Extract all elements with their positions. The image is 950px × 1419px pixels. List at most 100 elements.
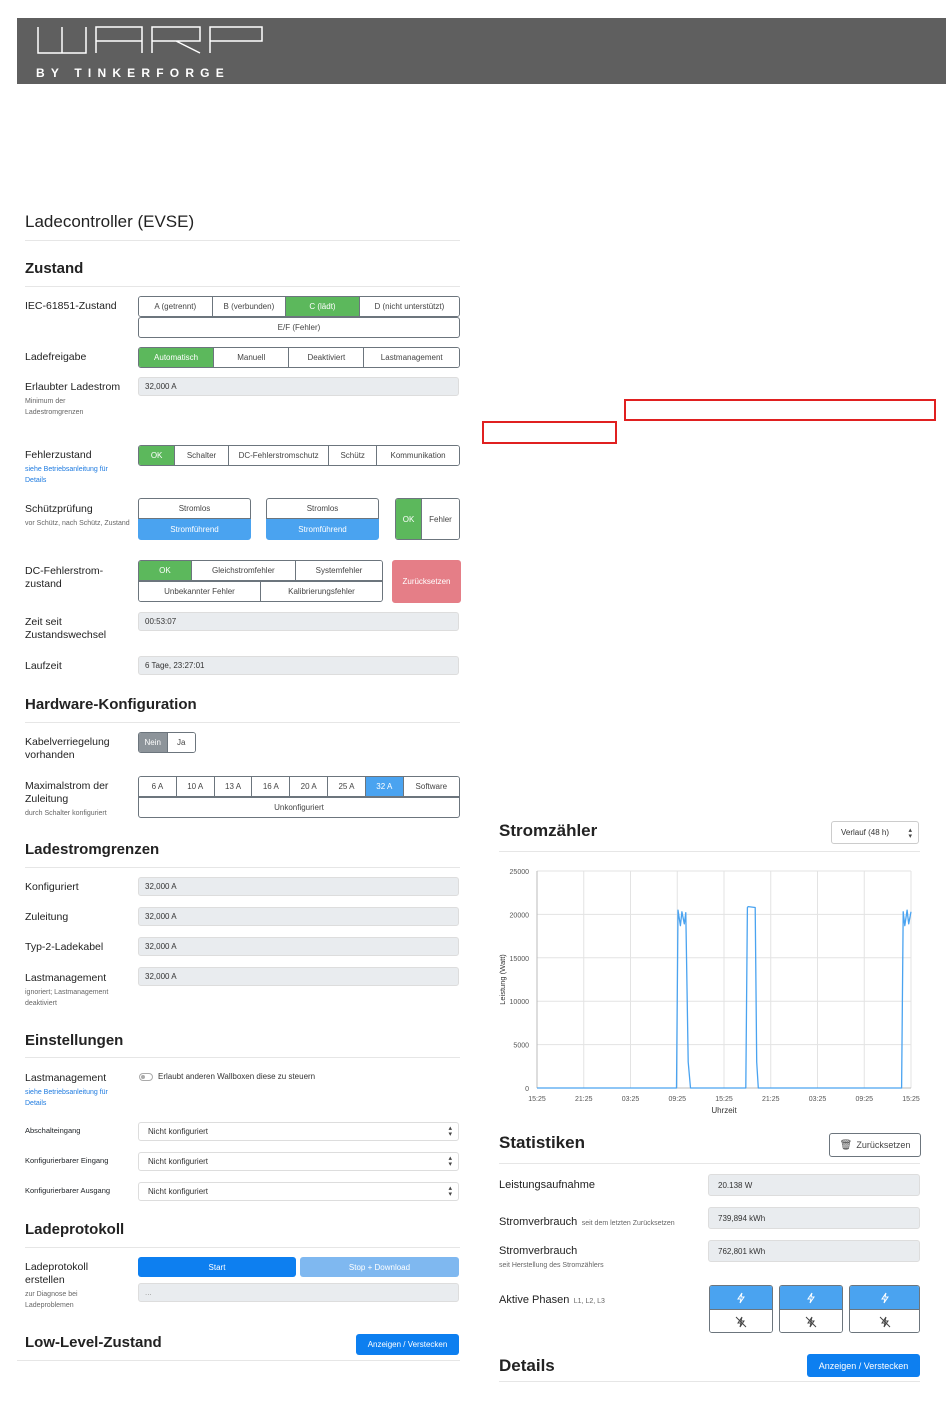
y-tick-label: 20000 (510, 912, 530, 919)
divider (25, 867, 460, 868)
typ2-value: 32,000 A (138, 937, 459, 956)
verbrauch2-sub: seit Herstellung des Stromzählers (499, 1262, 604, 1269)
warp-logo (37, 26, 263, 54)
dc-row1: OK Gleichstromfehler Systemfehler (138, 560, 383, 581)
konf-value: 32,000 A (138, 877, 459, 896)
keingang-select[interactable]: Nicht konfiguriert ▴ ▾ (138, 1152, 459, 1171)
keingang-label: Konfigurierbarer Eingang (25, 1156, 109, 1165)
divider (499, 1381, 920, 1382)
iec-state-d: D (nicht unterstützt) (359, 297, 459, 316)
details-toggle-button[interactable]: Anzeigen / Verstecken (807, 1354, 920, 1377)
max-software: Software (403, 777, 459, 796)
phasen-label: Aktive Phasen (499, 1294, 570, 1306)
divider (17, 1360, 460, 1361)
max-13a: 13 A (214, 777, 253, 796)
phase-l3-indicator (849, 1285, 920, 1333)
max-25a: 25 A (328, 777, 366, 796)
fehler-label-group: Fehlerzustand siehe Betriebsanleitung fü… (25, 449, 130, 486)
ladefreigabe-deaktiviert: Deaktiviert (289, 348, 365, 367)
select-arrows-icon: ▴ ▾ (448, 1185, 452, 1198)
lastmgmt-label-group: Lastmanagement ignoriert; Lastmanagement… (25, 972, 130, 1009)
divider (499, 1163, 920, 1164)
erlaubt-label: Erlaubter Ladestrom (25, 381, 121, 393)
verbrauch2-label-group: Stromverbrauch seit Herstellung des Stro… (499, 1245, 604, 1271)
max-label: Maximalstrom der Zuleitung (25, 780, 109, 805)
max-sub: durch Schalter konfiguriert (25, 810, 107, 817)
schuetz-label-group: Schützprüfung vor Schütz, nach Schütz, Z… (25, 503, 130, 529)
schuetz-fehler: Fehler (422, 499, 459, 539)
annotation-box-2 (482, 421, 617, 444)
logo-subtitle: BY TINKERFORGE (36, 66, 230, 80)
y-axis-label: Leistung (Watt) (498, 954, 507, 1005)
iec-state-c: C (lädt) (286, 297, 360, 316)
history-select[interactable]: Verlauf (48 h) ▴ ▾ (831, 821, 919, 844)
erlaubt-value: 32,000 A (138, 377, 459, 396)
lightning-off-icon (850, 1310, 919, 1332)
iec-state-b: B (verbunden) (212, 297, 287, 316)
kausgang-select[interactable]: Nicht konfiguriert ▴ ▾ (138, 1182, 459, 1201)
fehler-dc: DC-Fehlerstromschutz (228, 446, 330, 465)
grenzen-heading: Ladestromgrenzen (25, 841, 160, 858)
ladefreigabe-automatisch: Automatisch (139, 348, 215, 367)
abschalt-select-value: Nicht konfiguriert (148, 1127, 209, 1136)
abschalt-select[interactable]: Nicht konfiguriert ▴ ▾ (138, 1122, 459, 1141)
kabel-label: Kabelverriegelung vorhanden (25, 736, 110, 761)
y-tick-label: 10000 (510, 999, 530, 1006)
lastmgmt-label: Lastmanagement (25, 972, 107, 984)
max-10a: 10 A (176, 777, 215, 796)
protokoll-sub: zur Diagnose bei Ladeproblemen (25, 1291, 78, 1309)
erlaubt-label-group: Erlaubter Ladestrom Minimum der Ladestro… (25, 381, 130, 418)
schuetz-a-bottom: Stromführend (138, 519, 251, 540)
schuetz-b-top: Stromlos (266, 498, 379, 519)
lastmgmt-sub: ignoriert; Lastmanagement deaktiviert (25, 989, 109, 1007)
iec-state-ef: E/F (Fehler) (138, 317, 460, 338)
y-tick-label: 25000 (510, 869, 530, 876)
dc-reset-button[interactable]: Zurücksetzen (392, 560, 461, 603)
iec-state-a: A (getrennt) (139, 297, 213, 316)
stats-reset-button[interactable]: 🗑 Zurücksetzen (829, 1133, 921, 1157)
hardware-heading: Hardware-Konfiguration (25, 696, 197, 713)
protokoll-start-button[interactable]: Start (138, 1257, 296, 1277)
keingang-select-value: Nicht konfiguriert (148, 1157, 209, 1166)
leistung-value: 20.138 W (708, 1174, 920, 1196)
dc-system: Systemfehler (295, 561, 382, 580)
zuleitung-label: Zuleitung (25, 911, 69, 923)
dc-row2: Unbekannter Fehler Kalibrierungsfehler (138, 581, 383, 602)
stats-title: Statistiken (499, 1133, 585, 1152)
lowlevel-toggle-button[interactable]: Anzeigen / Verstecken (356, 1334, 459, 1355)
annotation-box-1 (624, 399, 936, 421)
stats-reset-label: Zurücksetzen (856, 1140, 911, 1150)
kausgang-label: Konfigurierbarer Ausgang (25, 1186, 111, 1195)
fehler-kommunikation: Kommunikation (377, 446, 459, 465)
leistung-label: Leistungsaufnahme (499, 1179, 596, 1191)
ladefreigabe-manuell: Manuell (214, 348, 290, 367)
x-tick-label: 03:25 (809, 1096, 827, 1103)
lightning-off-icon (710, 1310, 772, 1332)
fehler-sub[interactable]: siehe Betriebsanleitung für Details (25, 464, 130, 486)
fehler-group: OK Schalter DC-Fehlerstromschutz Schütz … (138, 445, 460, 466)
lightning-icon (850, 1286, 919, 1310)
y-tick-label: 5000 (513, 1043, 529, 1050)
dc-kalibrierung: Kalibrierungsfehler (261, 582, 382, 601)
iec-state-group: A (getrennt) B (verbunden) C (lädt) D (n… (138, 296, 460, 317)
y-tick-label: 0 (525, 1086, 529, 1093)
phase-l1-indicator (709, 1285, 773, 1333)
x-tick-label: 09:25 (668, 1096, 686, 1103)
x-tick-label: 21:25 (575, 1096, 593, 1103)
lastmanagement-toggle[interactable] (139, 1073, 153, 1081)
protokoll-output: ... (138, 1283, 459, 1302)
schuetz-label: Schützprüfung (25, 503, 93, 515)
max-6a: 6 A (139, 777, 177, 796)
kabel-nein: Nein (139, 733, 168, 752)
protokoll-stop-button[interactable]: Stop + Download (300, 1257, 459, 1277)
kabel-group: Nein Ja (138, 732, 196, 753)
divider (25, 1057, 460, 1058)
phasen-label-group: Aktive Phasen L1, L2, L3 (499, 1290, 605, 1308)
divider (25, 286, 460, 287)
select-arrows-icon: ▴ ▾ (908, 827, 912, 840)
select-arrows-icon: ▴ ▾ (448, 1155, 452, 1168)
protokoll-label-group: Ladeprotokoll erstellen zur Diagnose bei… (25, 1261, 130, 1311)
y-tick-label: 15000 (510, 956, 530, 963)
divider (25, 722, 460, 723)
einst-last-sub[interactable]: siehe Betriebsanleitung für Details (25, 1087, 130, 1109)
